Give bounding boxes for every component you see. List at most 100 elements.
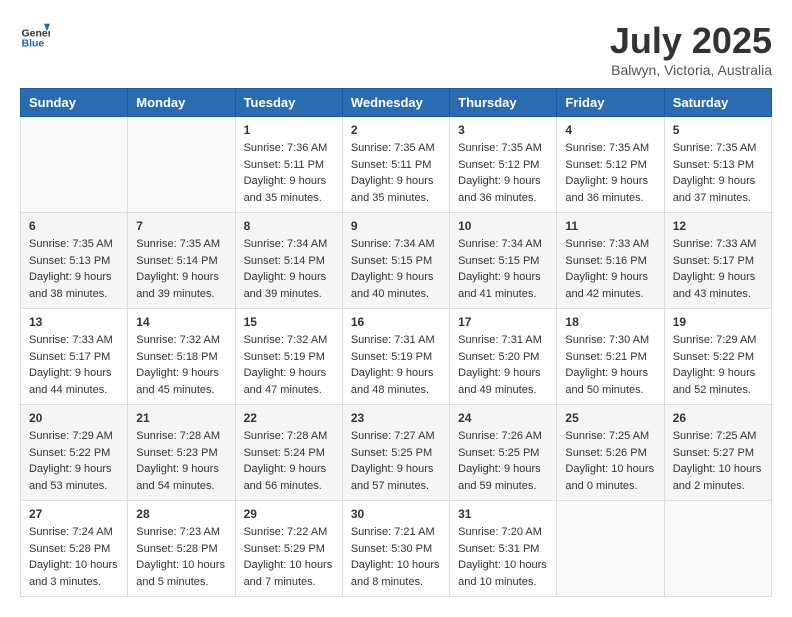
date-cell-14: 14 Sunrise: 7:32 AMSunset: 5:18 PMDayligh… — [128, 309, 235, 405]
day-header-saturday: Saturday — [664, 89, 771, 117]
cell-info: Sunrise: 7:35 AMSunset: 5:12 PMDaylight:… — [458, 140, 548, 206]
cell-date-number: 14 — [136, 315, 226, 329]
date-cell-22: 22 Sunrise: 7:28 AMSunset: 5:24 PMDayligh… — [235, 405, 342, 501]
date-cell-17: 17 Sunrise: 7:31 AMSunset: 5:20 PMDayligh… — [450, 309, 557, 405]
cell-info: Sunrise: 7:34 AMSunset: 5:15 PMDaylight:… — [458, 236, 548, 302]
cell-date-number: 24 — [458, 411, 548, 425]
cell-info: Sunrise: 7:35 AMSunset: 5:14 PMDaylight:… — [136, 236, 226, 302]
cell-info: Sunrise: 7:27 AMSunset: 5:25 PMDaylight:… — [351, 428, 441, 494]
cell-date-number: 26 — [673, 411, 763, 425]
date-cell-21: 21Sunrise: 7:28 AMSunset: 5:23 PMDayligh… — [128, 405, 235, 501]
cell-info: Sunrise: 7:33 AMSunset: 5:17 PMDaylight:… — [673, 236, 763, 302]
cell-date-number: 1 — [244, 123, 334, 137]
day-header-monday: Monday — [128, 89, 235, 117]
location-subtitle: Balwyn, Victoria, Australia — [610, 62, 772, 78]
date-cell-16: 16Sunrise: 7:31 AMSunset: 5:19 PMDayligh… — [342, 309, 449, 405]
cell-info: Sunrise: 7:32 AMSunset: 5:19 PMDaylight:… — [244, 332, 334, 398]
date-cell-25: 25Sunrise: 7:25 AMSunset: 5:26 PMDayligh… — [557, 405, 664, 501]
date-cell-26: 26Sunrise: 7:25 AMSunset: 5:27 PMDayligh… — [664, 405, 771, 501]
cell-date-number: 9 — [351, 219, 441, 233]
cell-date-number: 3 — [458, 123, 548, 137]
cell-info: Sunrise: 7:24 AMSunset: 5:28 PMDaylight:… — [29, 524, 119, 590]
logo-icon: General Blue — [20, 20, 50, 50]
cell-date-number: 17 — [458, 315, 548, 329]
cell-info: Sunrise: 7:22 AMSunset: 5:29 PMDaylight:… — [244, 524, 334, 590]
title-section: July 2025 Balwyn, Victoria, Australia — [610, 20, 772, 78]
date-cell-30: 30 Sunrise: 7:21 AMSunset: 5:30 PMDayligh… — [342, 501, 449, 597]
cell-date-number: 20 — [29, 411, 119, 425]
cell-info: Sunrise: 7:21 AMSunset: 5:30 PMDaylight:… — [351, 524, 441, 590]
date-cell-31: 31 Sunrise: 7:20 AMSunset: 5:31 PMDayligh… — [450, 501, 557, 597]
calendar-week-row: 20 Sunrise: 7:29 AMSunset: 5:22 PMDayligh… — [21, 405, 772, 501]
cell-date-number: 30 — [351, 507, 441, 521]
cell-info: Sunrise: 7:34 AMSunset: 5:15 PMDaylight:… — [351, 236, 441, 302]
page-header: General Blue July 2025 Balwyn, Victoria,… — [20, 20, 772, 78]
cell-date-number: 15 — [244, 315, 334, 329]
calendar-week-row: 13 Sunrise: 7:33 AMSunset: 5:17 PMDayligh… — [21, 309, 772, 405]
date-cell-24: 24Sunrise: 7:26 AMSunset: 5:25 PMDayligh… — [450, 405, 557, 501]
date-cell-18: 18 Sunrise: 7:30 AMSunset: 5:21 PMDayligh… — [557, 309, 664, 405]
calendar-week-row: 1 Sunrise: 7:36 AMSunset: 5:11 PMDaylight… — [21, 117, 772, 213]
date-cell-27: 27 Sunrise: 7:24 AMSunset: 5:28 PMDayligh… — [21, 501, 128, 597]
calendar-week-row: 6Sunrise: 7:35 AMSunset: 5:13 PMDaylight… — [21, 213, 772, 309]
cell-date-number: 10 — [458, 219, 548, 233]
cell-date-number: 2 — [351, 123, 441, 137]
calendar-header-row: SundayMondayTuesdayWednesdayThursdayFrid… — [21, 89, 772, 117]
date-cell-9: 9 Sunrise: 7:34 AMSunset: 5:15 PMDaylight… — [342, 213, 449, 309]
cell-info: Sunrise: 7:28 AMSunset: 5:24 PMDaylight:… — [244, 428, 334, 494]
cell-info: Sunrise: 7:23 AMSunset: 5:28 PMDaylight:… — [136, 524, 226, 590]
cell-info: Sunrise: 7:25 AMSunset: 5:26 PMDaylight:… — [565, 428, 655, 494]
date-cell-6: 6Sunrise: 7:35 AMSunset: 5:13 PMDaylight… — [21, 213, 128, 309]
empty-cell — [128, 117, 235, 213]
date-cell-20: 20 Sunrise: 7:29 AMSunset: 5:22 PMDayligh… — [21, 405, 128, 501]
day-header-wednesday: Wednesday — [342, 89, 449, 117]
date-cell-23: 23 Sunrise: 7:27 AMSunset: 5:25 PMDayligh… — [342, 405, 449, 501]
cell-info: Sunrise: 7:35 AMSunset: 5:12 PMDaylight:… — [565, 140, 655, 206]
date-cell-12: 12 Sunrise: 7:33 AMSunset: 5:17 PMDayligh… — [664, 213, 771, 309]
cell-info: Sunrise: 7:28 AMSunset: 5:23 PMDaylight:… — [136, 428, 226, 494]
cell-date-number: 7 — [136, 219, 226, 233]
cell-date-number: 12 — [673, 219, 763, 233]
cell-info: Sunrise: 7:30 AMSunset: 5:21 PMDaylight:… — [565, 332, 655, 398]
cell-info: Sunrise: 7:20 AMSunset: 5:31 PMDaylight:… — [458, 524, 548, 590]
calendar-week-row: 27 Sunrise: 7:24 AMSunset: 5:28 PMDayligh… — [21, 501, 772, 597]
cell-date-number: 11 — [565, 219, 655, 233]
date-cell-15: 15 Sunrise: 7:32 AMSunset: 5:19 PMDayligh… — [235, 309, 342, 405]
date-cell-2: 2 Sunrise: 7:35 AMSunset: 5:11 PMDaylight… — [342, 117, 449, 213]
cell-info: Sunrise: 7:35 AMSunset: 5:13 PMDaylight:… — [673, 140, 763, 206]
cell-info: Sunrise: 7:29 AMSunset: 5:22 PMDaylight:… — [29, 428, 119, 494]
cell-date-number: 27 — [29, 507, 119, 521]
logo: General Blue — [20, 20, 50, 50]
date-cell-19: 19Sunrise: 7:29 AMSunset: 5:22 PMDayligh… — [664, 309, 771, 405]
date-cell-7: 7 Sunrise: 7:35 AMSunset: 5:14 PMDaylight… — [128, 213, 235, 309]
cell-date-number: 22 — [244, 411, 334, 425]
cell-date-number: 31 — [458, 507, 548, 521]
cell-date-number: 29 — [244, 507, 334, 521]
cell-date-number: 5 — [673, 123, 763, 137]
calendar-table: SundayMondayTuesdayWednesdayThursdayFrid… — [20, 88, 772, 597]
month-year-title: July 2025 — [610, 20, 772, 62]
date-cell-4: 4Sunrise: 7:35 AMSunset: 5:12 PMDaylight… — [557, 117, 664, 213]
cell-date-number: 23 — [351, 411, 441, 425]
date-cell-10: 10 Sunrise: 7:34 AMSunset: 5:15 PMDayligh… — [450, 213, 557, 309]
cell-info: Sunrise: 7:35 AMSunset: 5:13 PMDaylight:… — [29, 236, 119, 302]
day-header-thursday: Thursday — [450, 89, 557, 117]
empty-cell — [664, 501, 771, 597]
day-header-friday: Friday — [557, 89, 664, 117]
cell-info: Sunrise: 7:33 AMSunset: 5:17 PMDaylight:… — [29, 332, 119, 398]
day-header-sunday: Sunday — [21, 89, 128, 117]
empty-cell — [21, 117, 128, 213]
cell-date-number: 13 — [29, 315, 119, 329]
cell-date-number: 16 — [351, 315, 441, 329]
cell-info: Sunrise: 7:36 AMSunset: 5:11 PMDaylight:… — [244, 140, 334, 206]
cell-date-number: 18 — [565, 315, 655, 329]
cell-info: Sunrise: 7:32 AMSunset: 5:18 PMDaylight:… — [136, 332, 226, 398]
cell-date-number: 8 — [244, 219, 334, 233]
cell-info: Sunrise: 7:31 AMSunset: 5:20 PMDaylight:… — [458, 332, 548, 398]
date-cell-29: 29 Sunrise: 7:22 AMSunset: 5:29 PMDayligh… — [235, 501, 342, 597]
date-cell-3: 3 Sunrise: 7:35 AMSunset: 5:12 PMDaylight… — [450, 117, 557, 213]
cell-info: Sunrise: 7:34 AMSunset: 5:14 PMDaylight:… — [244, 236, 334, 302]
empty-cell — [557, 501, 664, 597]
cell-info: Sunrise: 7:29 AMSunset: 5:22 PMDaylight:… — [673, 332, 763, 398]
cell-info: Sunrise: 7:35 AMSunset: 5:11 PMDaylight:… — [351, 140, 441, 206]
